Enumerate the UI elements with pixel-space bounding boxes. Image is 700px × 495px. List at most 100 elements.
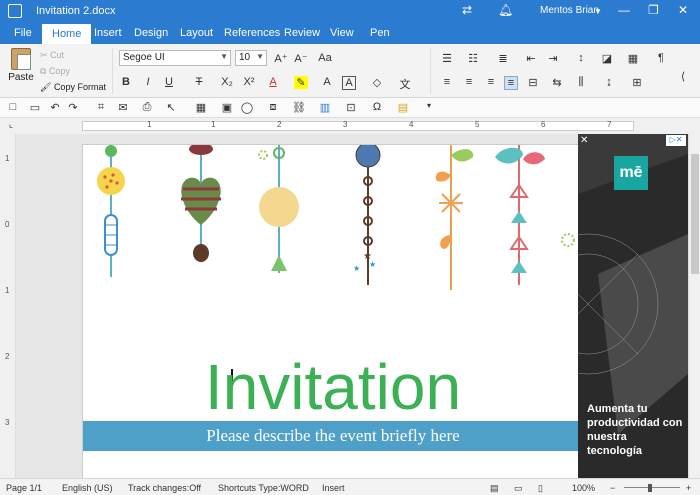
columns-icon[interactable]: ⫼: [574, 76, 588, 89]
page-indicator[interactable]: Page 1/1: [6, 483, 42, 493]
bullets-icon[interactable]: ☰: [440, 52, 454, 65]
close-button[interactable]: ✕: [678, 3, 688, 17]
subscript-icon[interactable]: X₂: [220, 76, 234, 88]
cut-button[interactable]: ✂ Cut: [40, 50, 64, 61]
distributed-icon[interactable]: ⊟: [526, 76, 540, 89]
restore-button[interactable]: ❐: [648, 3, 659, 17]
tab-home[interactable]: Home: [42, 24, 92, 44]
character-border-icon[interactable]: A: [342, 76, 356, 90]
ad-banner[interactable]: ✕ ▷✕ mē Aumenta tu productividad con nue…: [578, 134, 688, 478]
tab-view[interactable]: View: [322, 27, 362, 39]
numbering-icon[interactable]: ☷: [466, 52, 480, 65]
email-icon[interactable]: ✉: [116, 101, 130, 114]
increase-indent-icon[interactable]: ⇥: [546, 52, 560, 65]
ruler-tick-label: 6: [541, 120, 546, 129]
comment-icon[interactable]: ▤: [396, 101, 410, 114]
shrink-font-icon[interactable]: A⁻: [294, 52, 308, 65]
zoom-out-icon[interactable]: −: [610, 483, 615, 493]
print-layout-icon[interactable]: ▤: [490, 483, 499, 494]
user-dropdown-icon[interactable]: ▼: [594, 7, 602, 16]
shape-icon[interactable]: ◯: [240, 101, 254, 114]
adchoices-icon[interactable]: ▷✕: [666, 135, 686, 146]
shading-icon[interactable]: ◪: [600, 52, 614, 65]
strikethrough-icon[interactable]: T: [192, 76, 206, 88]
borders-icon[interactable]: ▦: [626, 52, 640, 65]
zoom-in-icon[interactable]: +: [686, 483, 691, 493]
align-right-icon[interactable]: ≡: [484, 76, 498, 88]
select-icon[interactable]: ↖: [164, 101, 178, 114]
tab-insert[interactable]: Insert: [86, 27, 130, 39]
font-family-select[interactable]: Segoe UI ▼: [119, 50, 231, 66]
ribbon-tabs: File Home Insert Design Layout Reference…: [0, 24, 700, 44]
chart-icon[interactable]: ▥: [318, 101, 332, 114]
paste-button[interactable]: Paste: [6, 48, 36, 83]
shortcuts-type-indicator[interactable]: Shortcuts Type:WORD: [218, 483, 309, 493]
justify-icon[interactable]: ≡: [504, 76, 518, 90]
format-painter-icon[interactable]: ⌗: [94, 101, 108, 114]
tab-design[interactable]: Design: [126, 27, 176, 39]
symbol-icon[interactable]: Ω: [370, 101, 384, 113]
tab-pen[interactable]: Pen: [362, 27, 398, 39]
clear-format-icon[interactable]: ◇: [370, 76, 384, 89]
align-center-icon[interactable]: ≡: [462, 76, 476, 88]
character-shading-icon[interactable]: A: [320, 76, 334, 88]
superscript-icon[interactable]: X²: [242, 76, 256, 88]
font-size-select[interactable]: 10 ▼: [235, 50, 267, 66]
open-icon[interactable]: ▭: [28, 101, 42, 114]
table-icon[interactable]: ▦: [194, 101, 208, 114]
textbox-icon[interactable]: ⧈: [266, 101, 280, 114]
sort-icon[interactable]: ↕: [574, 52, 588, 64]
link-icon[interactable]: ⛓: [292, 101, 306, 114]
grow-font-icon[interactable]: A⁺: [274, 52, 288, 65]
vertical-ruler[interactable]: 1 0 1 2 3: [0, 134, 16, 478]
vertical-scrollbar[interactable]: [688, 134, 700, 478]
collapse-ribbon-icon[interactable]: ⟨: [676, 70, 690, 83]
undo-icon[interactable]: ↶: [48, 101, 62, 114]
scrollbar-thumb[interactable]: [691, 154, 699, 274]
font-color-icon[interactable]: A: [266, 76, 280, 88]
show-marks-icon[interactable]: ¶: [654, 52, 668, 64]
tab-layout[interactable]: Layout: [172, 27, 221, 39]
ad-close-icon[interactable]: ✕: [580, 135, 588, 146]
highlight-icon[interactable]: ✎: [294, 76, 308, 89]
multilevel-list-icon[interactable]: ≣: [496, 52, 510, 65]
copy-format-button[interactable]: 🖌︎ Copy Format: [40, 82, 106, 93]
italic-icon[interactable]: I: [141, 76, 155, 88]
web-layout-icon[interactable]: ▭: [514, 483, 523, 494]
track-changes-indicator[interactable]: Track changes:Off: [128, 483, 201, 493]
bold-icon[interactable]: B: [119, 76, 133, 88]
paragraph-settings-icon[interactable]: ⊞: [630, 76, 644, 89]
phonetic-guide-icon[interactable]: 文: [398, 76, 412, 92]
language-indicator[interactable]: English (US): [62, 483, 113, 493]
line-spacing-icon[interactable]: ↨: [602, 76, 616, 88]
tab-file[interactable]: File: [6, 27, 40, 39]
minimize-button[interactable]: —: [618, 3, 630, 17]
copy-button[interactable]: ⧉ Copy: [40, 66, 70, 77]
read-mode-icon[interactable]: ▯: [538, 483, 543, 494]
share-icon[interactable]: ⇄: [462, 3, 472, 17]
insert-mode-indicator[interactable]: Insert: [322, 483, 345, 493]
horizontal-ruler[interactable]: 1 1 2 3 4 5 6 7: [82, 120, 634, 131]
image-icon[interactable]: ▣: [220, 101, 234, 114]
invitation-heading[interactable]: Invitation: [83, 351, 578, 423]
redo-icon[interactable]: ↷: [66, 101, 80, 114]
decrease-indent-icon[interactable]: ⇤: [524, 52, 538, 65]
tab-review[interactable]: Review: [276, 27, 328, 39]
event-description[interactable]: Please describe the event briefly here: [83, 421, 578, 451]
notification-bell-icon[interactable]: 🔔︎: [498, 3, 513, 17]
tab-selector-icon[interactable]: ⌞: [4, 119, 18, 130]
align-left-icon[interactable]: ≡: [440, 76, 454, 88]
customize-toolbar-icon[interactable]: ▾: [422, 101, 436, 110]
user-name[interactable]: Mentos Brian: [540, 5, 599, 16]
zoom-slider-thumb[interactable]: [648, 484, 652, 492]
underline-icon[interactable]: U: [162, 76, 176, 88]
print-icon[interactable]: ⎙: [140, 101, 154, 114]
document-canvas[interactable]: ★ ★ ★ Invitation Please describe the eve…: [16, 134, 578, 478]
new-doc-icon[interactable]: □: [6, 101, 20, 113]
change-case-icon[interactable]: Aa: [318, 52, 332, 64]
zoom-slider[interactable]: [624, 487, 680, 488]
document-page[interactable]: ★ ★ ★ Invitation Please describe the eve…: [82, 144, 578, 478]
text-direction-icon[interactable]: ⇆: [550, 76, 564, 89]
field-icon[interactable]: ⊡: [344, 101, 358, 114]
zoom-level[interactable]: 100%: [572, 483, 595, 493]
